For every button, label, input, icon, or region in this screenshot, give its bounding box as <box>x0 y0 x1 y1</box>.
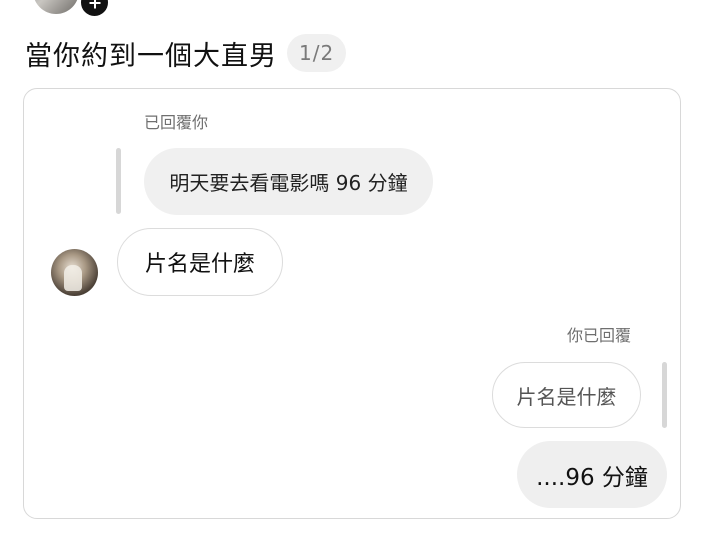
sent-message-bubble[interactable]: ....96 分鐘 <box>517 441 667 508</box>
quoted-message-text: 明天要去看電影嗎 96 分鐘 <box>169 171 408 195</box>
quote-bar-left <box>116 148 121 214</box>
chat-avatar[interactable] <box>51 249 98 296</box>
post-header: 當你約到一個大直男 1/2 <box>25 33 347 73</box>
quoted-message-bubble[interactable]: 明天要去看電影嗎 96 分鐘 <box>144 148 433 215</box>
sent-reply-label: 你已回覆 <box>567 326 632 345</box>
received-message-text: 片名是什麼 <box>144 252 255 277</box>
quote-bar-right <box>662 362 667 428</box>
post-title: 當你約到一個大直男 <box>25 40 277 72</box>
page-indicator-badge: 1/2 <box>287 34 347 72</box>
sent-message-text: ....96 分鐘 <box>536 464 648 491</box>
profile-avatar-top[interactable] <box>33 0 79 14</box>
add-follow-button[interactable] <box>78 0 111 19</box>
avatar-figure <box>64 265 82 291</box>
sent-quoted-bubble[interactable]: 片名是什麼 <box>492 362 641 428</box>
received-reply-label: 已回覆你 <box>144 113 209 132</box>
received-message-bubble[interactable]: 片名是什麼 <box>117 228 283 296</box>
sent-quoted-text: 片名是什麼 <box>516 384 617 409</box>
